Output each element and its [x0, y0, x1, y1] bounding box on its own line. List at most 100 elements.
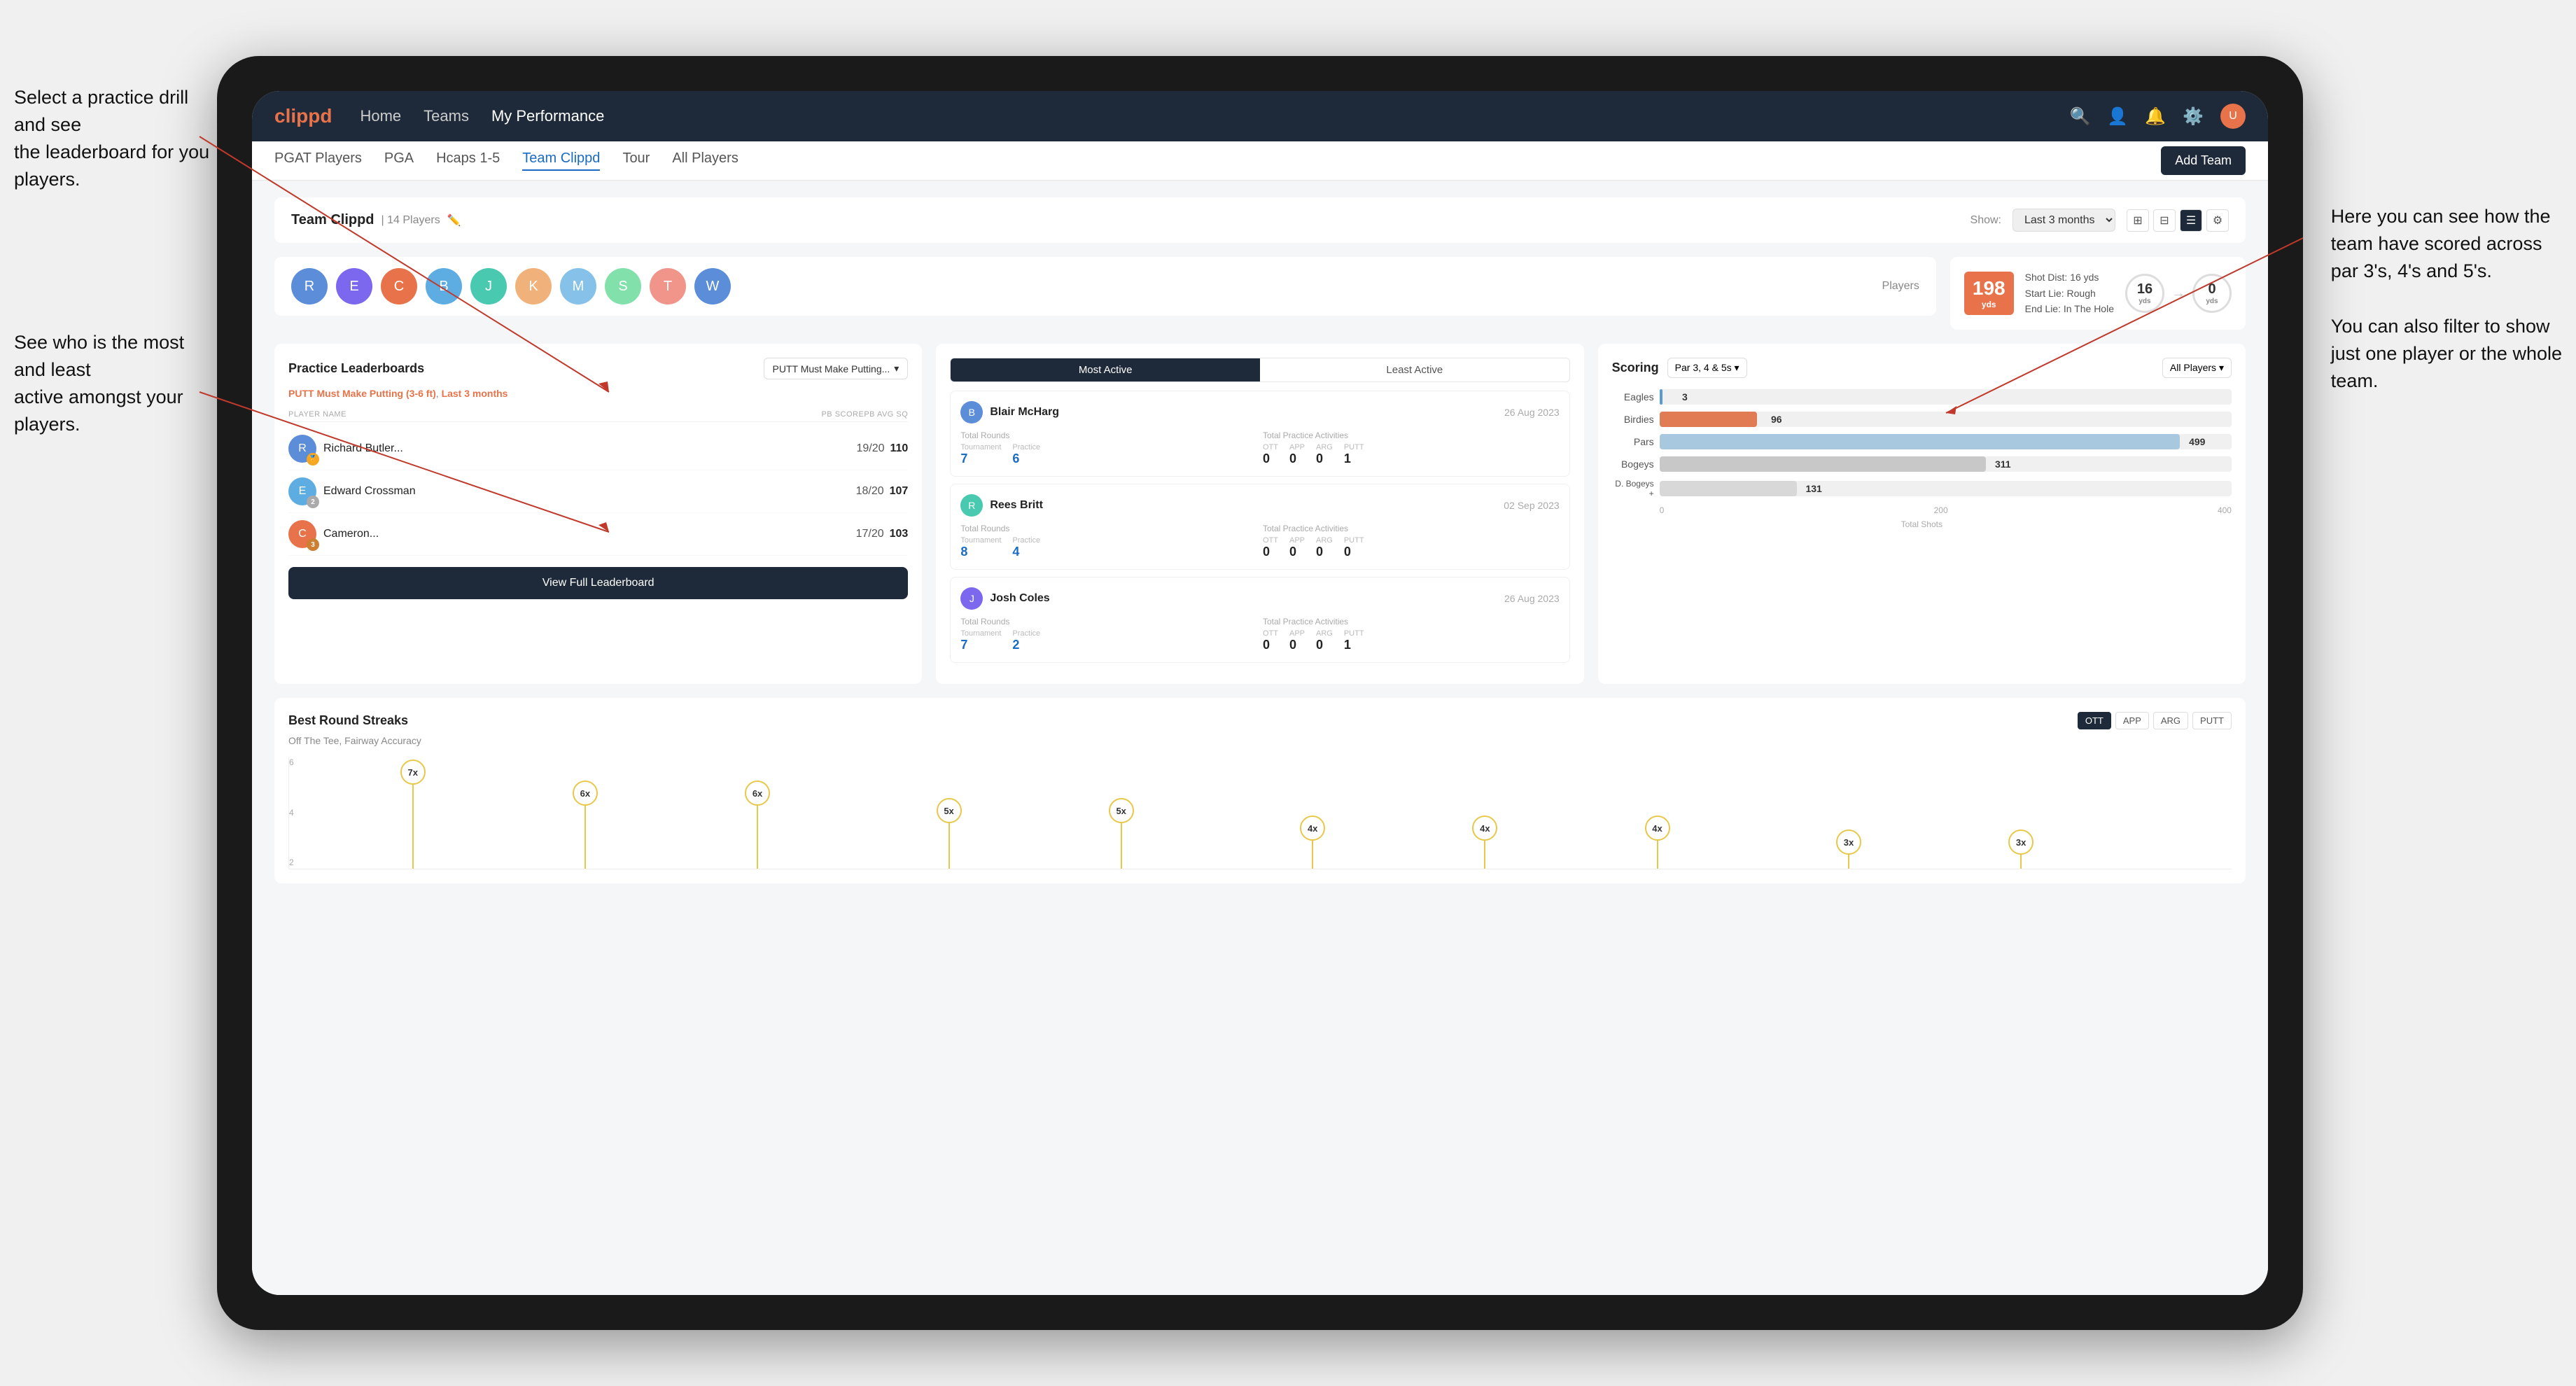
streaks-y-axis: 6 4 2: [289, 757, 317, 869]
streak-dot-line: [948, 823, 950, 869]
least-active-button[interactable]: Least Active: [1260, 358, 1569, 382]
scoring-title: Scoring: [1612, 360, 1659, 375]
settings-icon[interactable]: ⚙️: [2183, 106, 2204, 127]
list-item: J Josh Coles 26 Aug 2023 Total Rounds To…: [950, 577, 1569, 663]
tab-pgat-players[interactable]: PGAT Players: [274, 150, 362, 171]
annotation-top-right: Here you can see how theteam have scored…: [2331, 203, 2562, 395]
add-team-button[interactable]: Add Team: [2161, 146, 2246, 175]
most-active-button[interactable]: Most Active: [951, 358, 1260, 382]
streaks-tab-putt[interactable]: PUTT: [2192, 712, 2232, 729]
streak-dot-line: [412, 785, 414, 869]
search-icon[interactable]: 🔍: [2069, 106, 2090, 127]
view-full-leaderboard-button[interactable]: View Full Leaderboard: [288, 567, 908, 599]
streak-dot-line: [1312, 841, 1313, 869]
player-avatar-10[interactable]: W: [694, 268, 731, 304]
bell-icon[interactable]: 🔔: [2145, 106, 2166, 127]
chevron-down-icon: ▾: [894, 363, 899, 374]
person-icon[interactable]: 👤: [2107, 106, 2128, 127]
tournament-val-2: 8: [960, 545, 1001, 559]
table-row: R 🏅 Richard Butler... 19/20 110: [288, 428, 908, 470]
view-grid2-button[interactable]: ⊞: [2127, 209, 2149, 232]
streak-dot: 3x: [1836, 830, 1861, 869]
scoring-row-dbogeys: D. Bogeys + 131: [1612, 479, 2232, 498]
user-avatar[interactable]: U: [2220, 104, 2246, 129]
list-item: R Rees Britt 02 Sep 2023 Total Rounds To…: [950, 484, 1569, 570]
view-settings-button[interactable]: ⚙: [2206, 209, 2229, 232]
player-avatar-1[interactable]: R: [291, 268, 328, 304]
streak-dot-circle: 7x: [400, 760, 426, 785]
scoring-row-bogeys: Bogeys 311: [1612, 456, 2232, 472]
player-avatar-4[interactable]: B: [426, 268, 462, 304]
tab-pga[interactable]: PGA: [384, 150, 414, 171]
scoring-filter2[interactable]: All Players ▾: [2162, 358, 2232, 378]
player-avatar-9[interactable]: T: [650, 268, 686, 304]
streak-dot-line: [584, 806, 586, 869]
streak-dot: 5x: [937, 798, 962, 869]
annotation-bottom-left: See who is the most and leastactive amon…: [14, 329, 217, 439]
view-grid3-button[interactable]: ⊟: [2153, 209, 2176, 232]
activity-avatar-2: R: [960, 494, 983, 517]
leaderboard-dropdown[interactable]: PUTT Must Make Putting... ▾: [764, 358, 909, 379]
bar-birdies: 96: [1660, 412, 1757, 427]
app-val-1: 0: [1289, 451, 1305, 466]
activity-stats-2: Total Rounds Tournament 8 Practice 4: [960, 524, 1559, 559]
lb-avatar-3: C 3: [288, 520, 316, 548]
streaks-tab-arg[interactable]: ARG: [2153, 712, 2188, 729]
practice-leaderboards-panel: Practice Leaderboards PUTT Must Make Put…: [274, 344, 922, 684]
tab-tour[interactable]: Tour: [622, 150, 650, 171]
player-avatar-8[interactable]: S: [605, 268, 641, 304]
lb-avatar-1: R 🏅: [288, 435, 316, 463]
streak-dot: 6x: [573, 780, 598, 869]
nav-my-performance[interactable]: My Performance: [491, 107, 604, 125]
streak-dot-circle: 6x: [745, 780, 770, 806]
activity-date-1: 26 Aug 2023: [1504, 407, 1560, 418]
streaks-title: Best Round Streaks: [288, 713, 408, 728]
scoring-row-birdies: Birdies 96: [1612, 412, 2232, 427]
edit-team-icon[interactable]: ✏️: [447, 214, 461, 227]
leaderboard-subtitle: PUTT Must Make Putting (3-6 ft), Last 3 …: [288, 388, 908, 399]
bar-eagles: 3: [1660, 389, 1662, 405]
scoring-x-label: Total Shots: [1612, 519, 2232, 529]
panels-row: Practice Leaderboards PUTT Must Make Put…: [274, 344, 2246, 684]
total-rounds-group: Total Rounds Tournament 7 Practice 6: [960, 430, 1257, 466]
player-avatar-7[interactable]: M: [560, 268, 596, 304]
lb-score-3: 17/20: [856, 528, 884, 540]
table-row: E 2 Edward Crossman 18/20 107: [288, 470, 908, 513]
show-label: Show:: [1970, 214, 2001, 227]
arg-val-1: 0: [1316, 451, 1333, 466]
lb-avatar-2: E 2: [288, 477, 316, 505]
view-icons: ⊞ ⊟ ☰ ⚙: [2127, 209, 2229, 232]
tab-hcaps[interactable]: Hcaps 1-5: [436, 150, 500, 171]
streak-dot-circle: 4x: [1300, 816, 1325, 841]
player-avatar-2[interactable]: E: [336, 268, 372, 304]
player-count: | 14 Players: [382, 214, 440, 227]
nav-teams[interactable]: Teams: [424, 107, 469, 125]
scoring-filter1[interactable]: Par 3, 4 & 5s ▾: [1667, 358, 1747, 378]
player-avatar-3[interactable]: C: [381, 268, 417, 304]
tab-team-clippd[interactable]: Team Clippd: [522, 150, 600, 171]
lb-player-3: C 3 Cameron...: [288, 520, 850, 548]
streak-dot-line: [2020, 855, 2022, 869]
activity-player-name-1: Blair McHarg: [990, 406, 1497, 419]
shot-arrow-icon: →: [2171, 286, 2185, 302]
player-avatar-5[interactable]: J: [470, 268, 507, 304]
bar-dbogeys: 131: [1660, 481, 1797, 496]
streaks-tab-app[interactable]: APP: [2115, 712, 2149, 729]
shot-circles: 16 yds → 0 yds: [2125, 274, 2232, 313]
rank-badge-silver: 2: [307, 496, 319, 508]
streak-dot-circle: 4x: [1645, 816, 1670, 841]
tab-all-players[interactable]: All Players: [672, 150, 738, 171]
lb-avg-3: 103: [890, 528, 909, 540]
player-avatar-6[interactable]: K: [515, 268, 552, 304]
scoring-x-axis: 0 200 400: [1612, 505, 2232, 515]
nav-home[interactable]: Home: [360, 107, 401, 125]
show-select[interactable]: Last 3 months: [2012, 209, 2115, 232]
ipad-screen: clippd Home Teams My Performance 🔍 👤 🔔 ⚙…: [252, 91, 2268, 1295]
players-label: Players: [1882, 280, 1919, 293]
streak-dot-line: [1484, 841, 1485, 869]
view-list-button[interactable]: ☰: [2180, 209, 2202, 232]
scoring-row-pars: Pars 499: [1612, 434, 2232, 449]
panel-header-leaderboards: Practice Leaderboards PUTT Must Make Put…: [288, 358, 908, 379]
streaks-tab-ott[interactable]: OTT: [2078, 712, 2111, 729]
lb-name-3: Cameron...: [323, 528, 379, 540]
